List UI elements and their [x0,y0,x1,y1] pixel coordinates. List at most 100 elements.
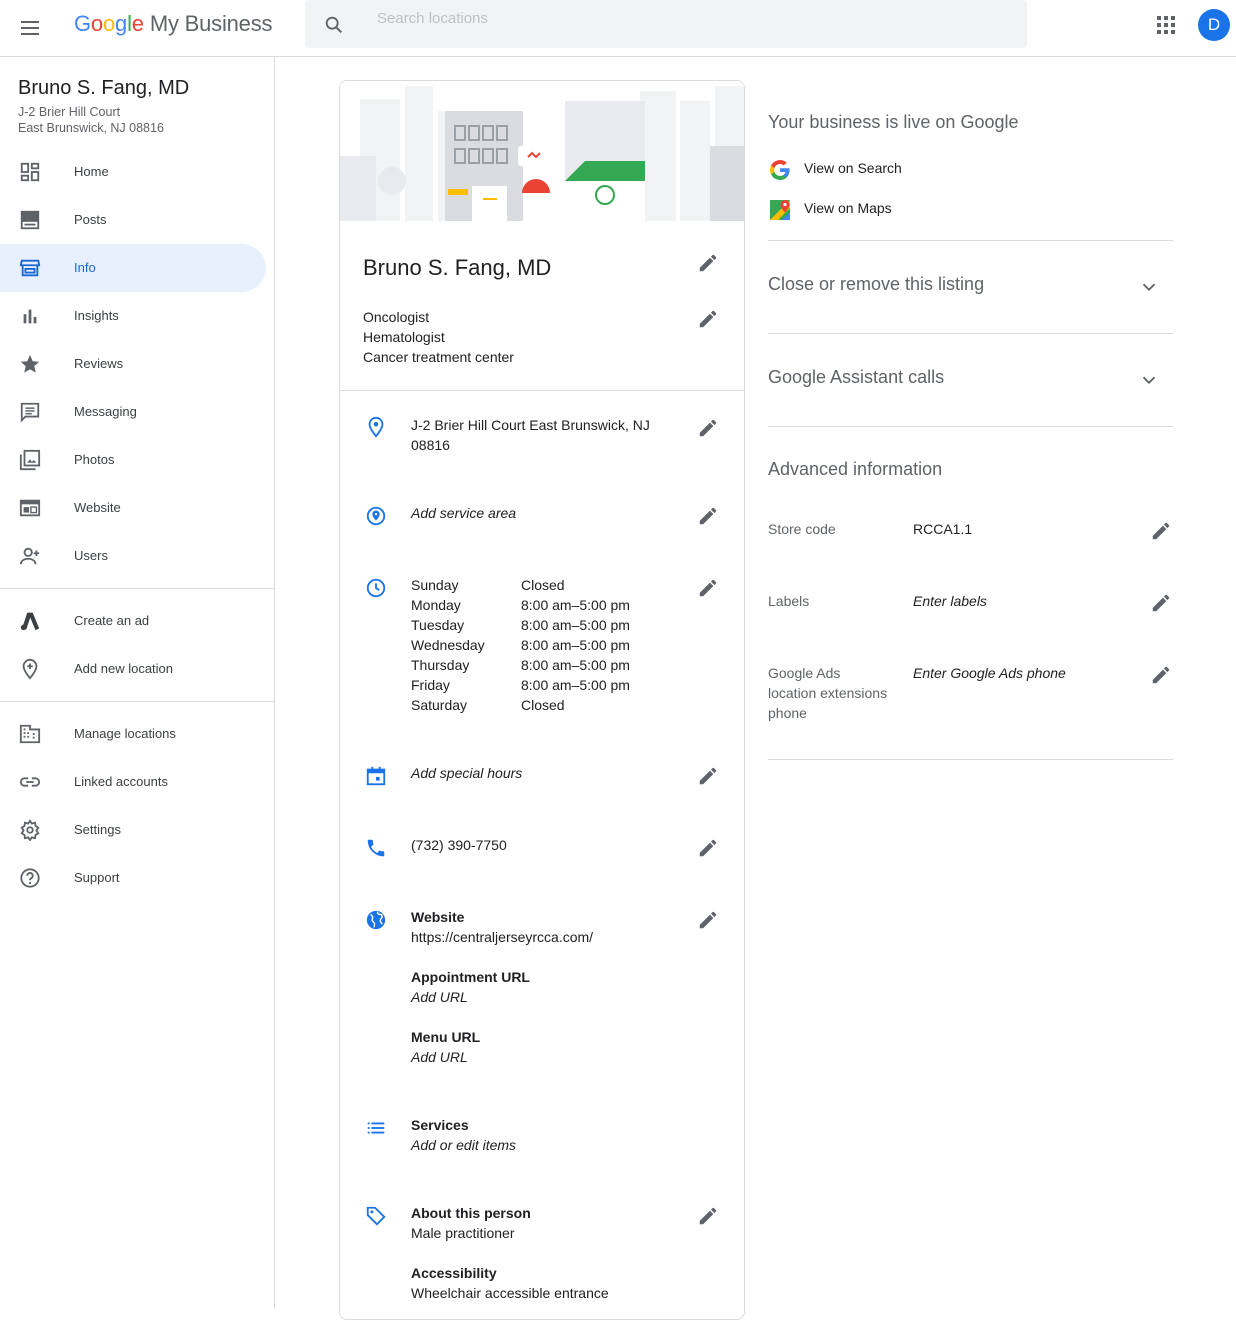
sidebar-item-settings[interactable]: Settings [0,806,266,854]
account-avatar[interactable]: D [1198,9,1230,41]
website-block: Website https://centraljerseyrcca.com/ A… [411,907,593,1067]
sidebar-item-home[interactable]: Home [0,148,266,196]
category-additional: Cancer treatment center [363,349,514,365]
add-service-area-link[interactable]: Add service area [411,503,516,523]
sidebar: Bruno S. Fang, MD J-2 Brier Hill Court E… [0,57,275,1309]
storefront-icon [19,259,41,277]
sidebar-item-add-location[interactable]: Add new location [0,645,266,693]
google-maps-icon [770,200,790,220]
sidebar-item-label: Support [74,870,120,885]
edit-ads-phone-pencil-icon[interactable] [1150,664,1172,686]
sidebar-item-insights[interactable]: Insights [0,292,266,340]
sidebar-item-users[interactable]: Users [0,532,266,580]
clock-icon [366,578,386,598]
services-block: Services Add or edit items [411,1115,516,1155]
help-icon [20,868,40,888]
phone-number: (732) 390-7750 [411,837,507,853]
card-divider [340,390,744,391]
location-pin-icon [368,416,384,438]
posts-icon [20,210,40,230]
ads-phone-label: Google Ads location extensions phone [768,665,888,721]
google-my-business-logo[interactable]: Google My Business [74,11,273,37]
accessibility-label: Accessibility [411,1265,497,1281]
edit-store-code-pencil-icon[interactable] [1150,520,1172,542]
edit-phone-pencil-icon[interactable] [697,837,719,859]
close-remove-listing-section[interactable]: Close or remove this listing [768,260,1173,310]
advanced-information-title: Advanced information [768,459,943,479]
apps-grid-icon[interactable] [1157,16,1175,34]
menu-icon[interactable] [18,16,42,40]
sidebar-item-website[interactable]: Website [0,484,266,532]
sidebar-item-linked-accounts[interactable]: Linked accounts [0,758,266,806]
category-additional: Hematologist [363,329,445,345]
sidebar-divider [0,701,274,702]
panel-divider [768,759,1173,760]
sidebar-item-manage-locations[interactable]: Manage locations [0,710,266,758]
labels-label: Labels [768,593,810,609]
hours-row: Saturday Closed [411,697,565,713]
edit-service-area-pencil-icon[interactable] [697,505,719,527]
business-title: Bruno S. Fang, MD [363,255,552,280]
sidebar-item-info[interactable]: Info [0,244,266,292]
edit-attributes-pencil-icon[interactable] [697,1205,719,1227]
sidebar-item-support[interactable]: Support [0,854,266,902]
edit-categories-pencil-icon[interactable] [697,308,719,330]
website-url[interactable]: https://centraljerseyrcca.com/ [411,927,593,947]
sidebar-item-label: Messaging [74,404,137,419]
edit-special-hours-pencil-icon[interactable] [697,765,719,787]
sidebar-item-create-ad[interactable]: Create an ad [0,597,266,645]
category-primary: Oncologist [363,309,430,325]
sidebar-item-label: Add new location [74,661,174,676]
dashboard-icon [20,162,40,182]
sidebar-item-posts[interactable]: Posts [0,196,266,244]
add-user-icon [19,547,40,565]
edit-labels-pencil-icon[interactable] [1150,592,1172,614]
view-on-maps-link[interactable]: View on Maps [768,200,892,220]
sidebar-item-photos[interactable]: Photos [0,436,266,484]
add-services-link[interactable]: Add or edit items [411,1135,516,1155]
add-menu-url-link[interactable]: Add URL [411,1047,593,1067]
google-g-icon [770,160,790,180]
search-icon[interactable] [323,14,345,36]
website-icon [19,499,41,517]
attributes-block: About this person Male practitioner Acce… [411,1203,609,1303]
sidebar-item-reviews[interactable]: Reviews [0,340,266,388]
edit-address-pencil-icon[interactable] [697,417,719,439]
sidebar-divider [0,588,274,589]
sidebar-item-label: Photos [74,452,115,467]
panel-divider [768,426,1173,427]
business-hours: Sunday Closed Monday 8:00 am–5:00 pm Tuesd… [411,575,630,715]
gear-icon [20,819,40,841]
sidebar-item-label: Insights [74,308,119,323]
message-icon [20,402,40,423]
star-icon [20,354,40,373]
phone-icon [367,839,385,857]
address-text: J-2 Brier Hill Court East Brunswick, NJ … [411,417,650,453]
search-input[interactable] [377,6,997,30]
product-name: My Business [149,11,273,36]
sidebar-item-label: Users [74,548,108,563]
add-special-hours-link[interactable]: Add special hours [411,763,522,783]
sidebar-item-label: Settings [74,822,121,837]
chevron-down-icon[interactable] [1138,369,1160,391]
calendar-icon [366,766,386,786]
google-assistant-calls-section[interactable]: Google Assistant calls [768,353,1173,403]
menu-url-label: Menu URL [411,1029,481,1045]
enter-labels-link[interactable]: Enter labels [913,593,987,609]
accessibility-value: Wheelchair accessible entrance [411,1285,609,1301]
search-bar[interactable] [305,0,1027,48]
edit-website-pencil-icon[interactable] [697,909,719,931]
add-appointment-url-link[interactable]: Add URL [411,987,593,1007]
hours-row: Tuesday 8:00 am–5:00 pm [411,617,630,633]
business-categories: Oncologist Hematologist Cancer treatment… [363,307,514,367]
chevron-down-icon[interactable] [1138,276,1160,298]
bar-chart-icon [23,309,37,324]
enter-ads-phone-link[interactable]: Enter Google Ads phone [913,665,1066,681]
info-card: Bruno S. Fang, MD Oncologist Hematologis… [339,80,745,1320]
sidebar-item-messaging[interactable]: Messaging [0,388,266,436]
hours-row: Monday 8:00 am–5:00 pm [411,597,630,613]
edit-hours-pencil-icon[interactable] [697,577,719,599]
sidebar-item-label: Manage locations [74,726,176,741]
view-on-search-link[interactable]: View on Search [768,160,902,180]
edit-name-pencil-icon[interactable] [697,252,719,274]
